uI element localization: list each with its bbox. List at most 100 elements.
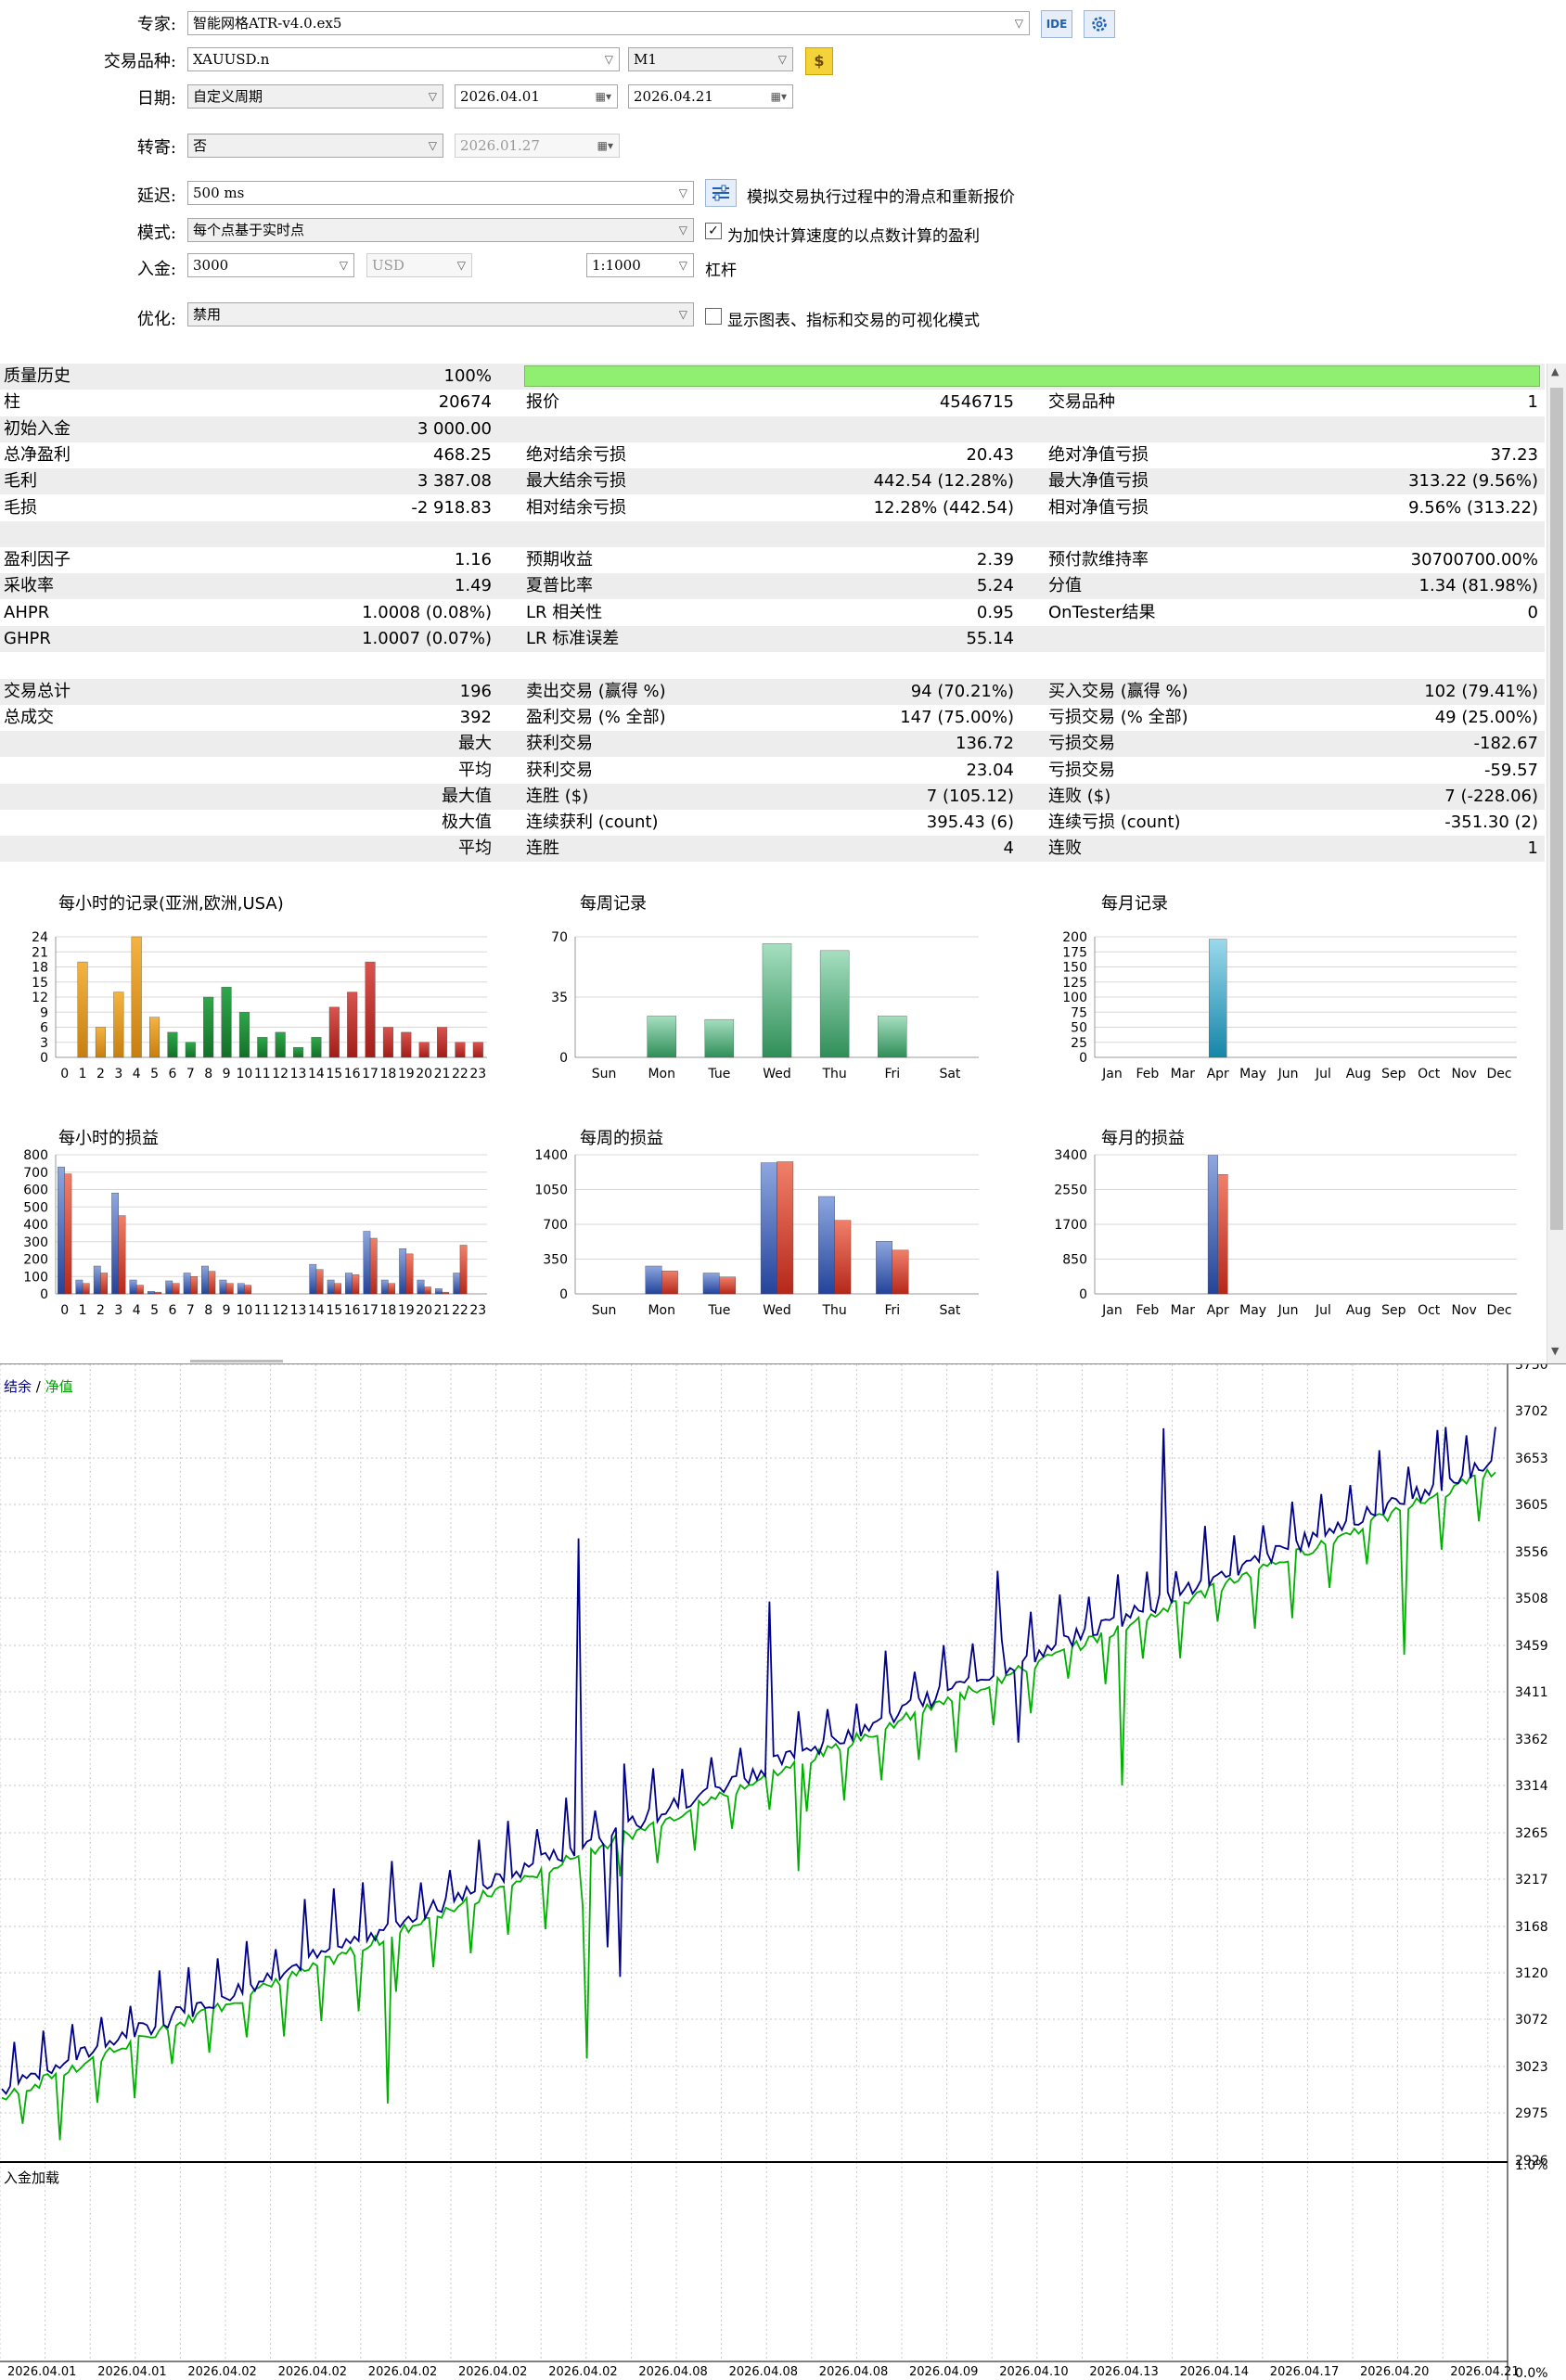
ide-button[interactable]: IDE <box>1041 10 1072 38</box>
model-select[interactable]: 每个点基于实时点 ▽ <box>187 218 694 242</box>
date-to-field[interactable]: 2026.04.21 ▦▾ <box>628 84 793 109</box>
forward-date-value: 2026.01.27 <box>460 137 540 154</box>
profit-bar <box>165 1280 173 1295</box>
x-tick-label: Oct <box>1418 1303 1441 1318</box>
stats-row: 柱 20674 报价 4546715 交易品种 1 <box>0 390 1545 416</box>
visual-mode-label: 显示图表、指标和交易的可视化模式 <box>727 312 980 330</box>
delay-select[interactable]: 500 ms ▽ <box>187 181 694 205</box>
stats-value: 468.25 <box>433 444 492 465</box>
x-tick-label: Mar <box>1171 1067 1196 1081</box>
x-tick-label: 9 <box>223 1303 231 1318</box>
y-tick-label: 75 <box>1071 1005 1087 1020</box>
deposit-select[interactable]: 3000 ▽ <box>187 253 354 277</box>
y-tick-label: 100 <box>23 1270 48 1285</box>
x-tick-label: Jul <box>1315 1067 1331 1081</box>
calendar-icon[interactable]: ▦▾ <box>596 85 611 108</box>
stats-value: -182.67 <box>1473 734 1538 754</box>
scroll-thumb[interactable] <box>1550 388 1563 1230</box>
stats-value: 20.43 <box>966 444 1014 465</box>
x-tick-label: 0 <box>60 1067 69 1081</box>
bar <box>257 1037 268 1058</box>
y-tick-label: 9 <box>40 1005 48 1020</box>
loss-bar <box>405 1253 414 1295</box>
y-tick-label: 24 <box>32 930 48 945</box>
scroll-up-arrow[interactable]: ▲ <box>1551 365 1559 377</box>
x-tick-label: 2026.04.10 <box>999 2365 1068 2379</box>
x-tick-label: Tue <box>707 1303 730 1318</box>
y-tick-label: 700 <box>23 1166 48 1181</box>
chevron-down-icon: ▽ <box>339 259 348 272</box>
x-tick-label: 18 <box>380 1303 397 1318</box>
stats-value: 0 <box>1527 602 1538 622</box>
profit-bar <box>417 1279 425 1295</box>
bar <box>472 1042 483 1058</box>
distribution-charts: 每小时的记录(亚洲,欧洲,USA) 每周记录 每月记录 每小时的损益 每周的损益… <box>0 890 1545 1363</box>
y-tick-label: 800 <box>23 1148 48 1163</box>
loss-bar <box>118 1215 126 1295</box>
stats-row <box>0 520 1545 547</box>
symbol-properties-icon[interactable]: $ <box>805 47 833 75</box>
x-tick-label: May <box>1239 1067 1266 1081</box>
calendar-icon: ▦▾ <box>597 139 613 152</box>
stats-row: 极大值 连续获利 (count) 395.43 (6) 连续亏损 (count) -35… <box>0 810 1545 836</box>
bar <box>401 1031 412 1058</box>
loss-bar <box>352 1274 360 1295</box>
x-tick-label: 10 <box>237 1067 253 1081</box>
stats-value: 0.95 <box>976 602 1014 622</box>
x-tick-label: Mon <box>648 1303 675 1318</box>
y-tick-label: 3411 <box>1515 1685 1548 1700</box>
symbol-select[interactable]: XAUUSD.n ▽ <box>187 47 620 71</box>
leverage-select[interactable]: 1:1000 ▽ <box>586 253 694 277</box>
x-tick-label: 18 <box>380 1067 397 1081</box>
stats-value: 平均 <box>458 760 492 780</box>
loss-bar <box>334 1283 341 1295</box>
optimization-label: 优化: <box>136 310 176 329</box>
bar <box>878 1016 907 1058</box>
report-scrollbar[interactable]: ▲ ▼ <box>1547 364 1566 1363</box>
y-tick-label: 3265 <box>1515 1826 1548 1841</box>
stats-table: 质量历史 100% 柱 20674 报价 4546715 交易品种 1 初始入金 3 000.00… <box>0 364 1545 890</box>
stats-value: 1.16 <box>454 550 492 570</box>
delay-label: 延迟: <box>136 186 176 206</box>
visual-mode-checkbox[interactable] <box>705 308 722 325</box>
date-from-field[interactable]: 2026.04.01 ▦▾ <box>455 84 618 109</box>
y-tick-label: 35 <box>551 991 568 1005</box>
x-tick-label: 2026.04.17 <box>1270 2365 1339 2379</box>
gear-icon[interactable] <box>1084 10 1115 38</box>
x-tick-label: Dec <box>1486 1303 1511 1318</box>
y-tick-label: 0 <box>559 1287 568 1302</box>
optimization-select[interactable]: 禁用 ▽ <box>187 302 694 326</box>
stats-value: 7 (105.12) <box>926 786 1014 806</box>
forward-select[interactable]: 否 ▽ <box>187 134 443 158</box>
expert-select[interactable]: 智能网格ATR-v4.0.ex5 ▽ <box>187 11 1030 35</box>
x-tick-label: 20 <box>416 1303 432 1318</box>
deposit-value: 3000 <box>193 257 229 274</box>
bar <box>704 1018 735 1058</box>
x-tick-label: Fri <box>884 1303 900 1318</box>
points-profit-checkbox[interactable]: ✓ <box>705 223 722 239</box>
chevron-down-icon: ▽ <box>678 259 687 272</box>
scroll-down-arrow[interactable]: ▼ <box>1551 1345 1559 1357</box>
x-tick-label: Mon <box>648 1067 675 1081</box>
chevron-down-icon: ▽ <box>1014 17 1023 30</box>
date-mode-select[interactable]: 自定义周期 ▽ <box>187 84 443 109</box>
optimization-value: 禁用 <box>193 306 222 323</box>
expert-label: 专家: <box>136 15 176 34</box>
chevron-down-icon: ▽ <box>456 259 466 272</box>
calendar-icon[interactable]: ▦▾ <box>771 85 787 108</box>
x-tick-label: 1 <box>79 1303 87 1318</box>
bar <box>328 1006 340 1058</box>
symbol-label: 交易品种: <box>103 52 176 71</box>
delay-settings-icon[interactable] <box>705 179 737 207</box>
profit-bar <box>453 1273 461 1295</box>
chevron-down-icon: ▽ <box>678 308 687 321</box>
x-tick-label: Thu <box>821 1303 846 1318</box>
timeframe-select[interactable]: M1 ▽ <box>628 47 793 71</box>
x-tick-label: 4 <box>133 1067 141 1081</box>
x-tick-label: 22 <box>452 1303 469 1318</box>
model-label: 模式: <box>136 224 176 243</box>
balance-equity-svg: 2975 3023 3072 3120 3168 3217 3265 3314 3362 3411… <box>0 1364 1548 2380</box>
forward-value: 否 <box>193 137 208 154</box>
y-tick-label: 70 <box>551 930 568 945</box>
stats-value: 94 (70.21%) <box>910 681 1014 701</box>
